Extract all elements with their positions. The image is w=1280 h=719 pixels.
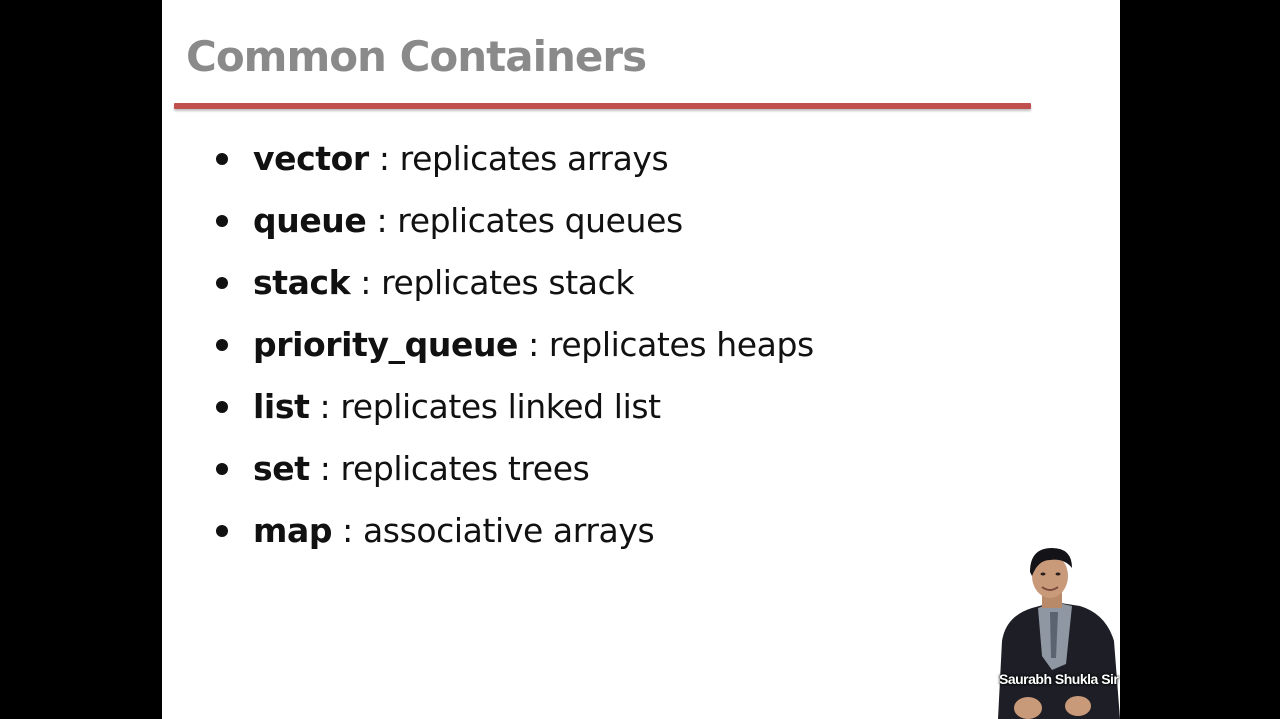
item-term: stack: [253, 263, 351, 302]
list-item: queue : replicates queues: [212, 198, 814, 260]
item-description: : replicates linked list: [309, 387, 662, 426]
slide-title: Common Containers: [186, 32, 647, 81]
item-description: : associative arrays: [332, 511, 655, 550]
bullet-icon: [216, 525, 228, 537]
item-term: list: [253, 387, 310, 426]
item-term: map: [253, 511, 333, 550]
item-description: : replicates arrays: [368, 139, 669, 178]
bullet-icon: [216, 339, 228, 351]
title-underline: [174, 103, 1031, 109]
bullet-icon: [216, 215, 228, 227]
list-item: priority_queue : replicates heaps: [212, 322, 814, 384]
slide: Common Containers vector : replicates ar…: [162, 0, 1120, 719]
item-term: vector: [253, 139, 369, 178]
bullet-icon: [216, 463, 228, 475]
bullet-icon: [216, 153, 228, 165]
item-description: : replicates heaps: [518, 325, 814, 364]
list-item: stack : replicates stack: [212, 260, 814, 322]
list-item: set : replicates trees: [212, 446, 814, 508]
item-description: : replicates queues: [366, 201, 683, 240]
bullet-icon: [216, 401, 228, 413]
bullet-list: vector : replicates arrays queue : repli…: [212, 136, 814, 570]
list-item: vector : replicates arrays: [212, 136, 814, 198]
item-term: set: [253, 449, 310, 488]
item-term: priority_queue: [253, 325, 519, 364]
list-item: map : associative arrays: [212, 508, 814, 570]
list-item: list : replicates linked list: [212, 384, 814, 446]
item-description: : replicates trees: [309, 449, 590, 488]
bullet-icon: [216, 277, 228, 289]
item-description: : replicates stack: [350, 263, 635, 302]
presenter-name: Saurabh Shukla Sir: [999, 671, 1119, 687]
presenter-photo: [998, 548, 1120, 719]
item-term: queue: [253, 201, 367, 240]
